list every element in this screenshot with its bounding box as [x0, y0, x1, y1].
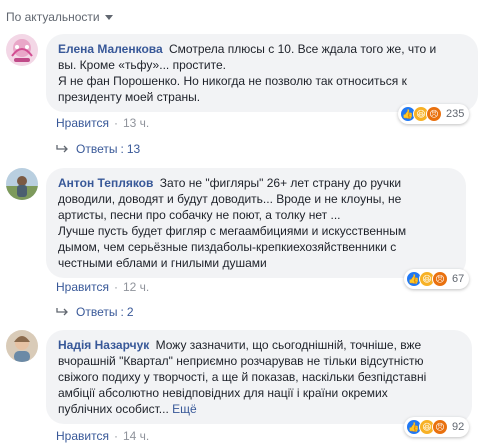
- comment-actions: Нравится · 14 ч.: [56, 429, 149, 443]
- separator-dot: ·: [113, 116, 118, 130]
- comment-actions: Нравится · 13 ч.: [56, 116, 149, 130]
- comment-text: Зато не "фигляры" 26+ лет страну до ручк…: [159, 176, 402, 190]
- chevron-down-icon: [104, 15, 113, 20]
- replies-count: 2: [126, 305, 134, 319]
- replies-colon: :: [120, 142, 124, 156]
- reply-arrow-icon: [56, 308, 68, 316]
- comment-text: Лучше пусть будет фигляр с мегаамбициями…: [58, 224, 407, 238]
- reaction-count: 235: [446, 108, 465, 120]
- like-link[interactable]: Нравится: [56, 429, 109, 443]
- comment-text: вы. Кроме «тьфу»... простите.: [58, 58, 226, 72]
- comment-text: Можу зазначити, що сьогоднішній, точніше…: [155, 338, 422, 352]
- comment-bubble: Елена Маленкова Смотрела плюсы с 10. Все…: [46, 34, 478, 112]
- comment-text: Смотрела плюсы с 10. Все ждала того же, …: [169, 42, 437, 56]
- comment-timestamp[interactable]: 13 ч.: [123, 116, 149, 130]
- comment-line: публічних особист... Ещё: [58, 401, 460, 417]
- separator-dot: ·: [113, 280, 118, 294]
- reactions-summary[interactable]: 👍 😆 😠 67: [404, 269, 470, 289]
- replies-count: 13: [126, 142, 141, 156]
- comment-author[interactable]: Антон Тепляков: [58, 176, 153, 190]
- comment-bubble: Надія Назарчук Можу зазначити, що сьогод…: [46, 330, 472, 424]
- comment-text: президенту моей страны.: [58, 90, 201, 104]
- comment-line: Надія Назарчук Можу зазначити, що сьогод…: [58, 337, 460, 353]
- comment-timestamp[interactable]: 12 ч.: [123, 280, 149, 294]
- avatar[interactable]: [6, 34, 38, 66]
- comment-author[interactable]: Надія Назарчук: [58, 338, 149, 352]
- comment-text: Я не фан Порошенко. Но никогда не позвол…: [58, 74, 407, 88]
- angry-reaction-icon: 😠: [426, 106, 442, 122]
- comment-text: публічних особист...: [58, 402, 169, 416]
- comment-actions: Нравится · 12 ч.: [56, 280, 149, 294]
- comment-text: доводили, доводят и будут доводить... Вр…: [58, 192, 402, 206]
- see-more-link[interactable]: Ещё: [172, 402, 197, 416]
- avatar[interactable]: [6, 330, 38, 362]
- reaction-count: 92: [452, 421, 465, 433]
- sort-dropdown[interactable]: По актуальности: [6, 8, 113, 26]
- like-link[interactable]: Нравится: [56, 280, 109, 294]
- reply-arrow-icon: [56, 145, 68, 153]
- angry-reaction-icon: 😠: [432, 419, 448, 435]
- comment-text: амбіції абсолютно невідповідних для наці…: [58, 386, 388, 400]
- replies-label: Ответы: [76, 305, 118, 319]
- reactions-summary[interactable]: 👍 😆 😠 235: [398, 104, 470, 124]
- reactions-summary[interactable]: 👍 😆 😠 92: [404, 417, 470, 437]
- comment-line: Антон Тепляков Зато не "фигляры" 26+ лет…: [58, 175, 454, 191]
- comment-bubble: Антон Тепляков Зато не "фигляры" 26+ лет…: [46, 168, 466, 278]
- comment-text: вчорашній "Квартал" неприємно розчарував…: [58, 354, 424, 368]
- replies-link[interactable]: Ответы: 13: [56, 142, 140, 156]
- replies-colon: :: [120, 305, 124, 319]
- comment-text: свіжого подиху у творчості, а ще й показ…: [58, 370, 427, 384]
- comment-text: честными еблами и гнилыми душами: [58, 256, 267, 270]
- comment-text: дымом, чем серьёзные пиздаболы-крепкиехо…: [58, 240, 397, 254]
- angry-reaction-icon: 😠: [432, 271, 448, 287]
- like-link[interactable]: Нравится: [56, 116, 109, 130]
- comment-timestamp[interactable]: 14 ч.: [123, 429, 149, 443]
- comment-text: артисты, песни про собачку не поют, а то…: [58, 208, 341, 222]
- replies-label: Ответы: [76, 142, 118, 156]
- separator-dot: ·: [113, 429, 118, 443]
- comment-author[interactable]: Елена Маленкова: [58, 42, 163, 56]
- comment-line: Елена Маленкова Смотрела плюсы с 10. Все…: [58, 41, 466, 57]
- replies-link[interactable]: Ответы: 2: [56, 305, 134, 319]
- avatar[interactable]: [6, 168, 38, 200]
- reaction-count: 67: [452, 273, 465, 285]
- sort-label: По актуальности: [6, 10, 100, 24]
